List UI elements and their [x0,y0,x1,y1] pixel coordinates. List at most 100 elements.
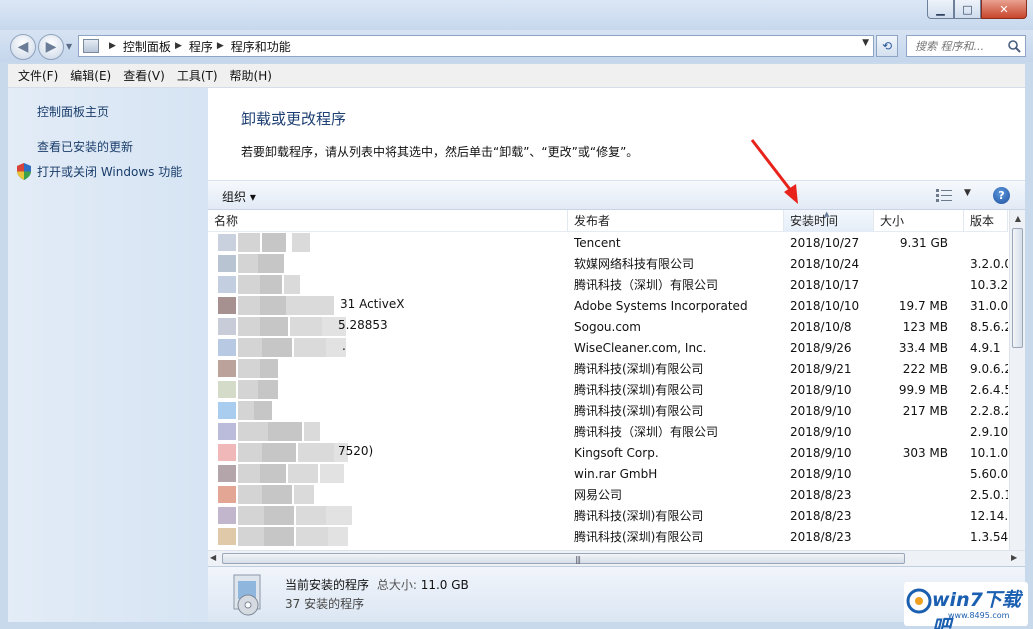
program-publisher: 软媒网络科技有限公司 [574,257,695,271]
program-row[interactable]: 31 ActiveX Adobe Systems Incorporated 2018… [208,295,1008,316]
program-row[interactable]: 网易公司 2018/8/23 2.5.0.1 [208,484,1008,505]
program-row[interactable]: win.rar GmbH 2018/9/10 5.60.0 [208,463,1008,484]
program-size: 33.4 MB [898,340,948,355]
maximize-button[interactable]: □ [954,0,981,19]
program-row[interactable]: 腾讯科技(深圳)有限公司 2018/8/23 1.3.544 [208,526,1008,547]
redacted-name-block [264,506,294,525]
refresh-button[interactable]: ⟲ [876,35,898,57]
menu-help[interactable]: 帮助(H) [224,67,278,84]
details-label: 当前安装的程序 [285,578,370,592]
program-publisher: 腾讯科技（深圳）有限公司 [574,278,719,292]
program-install-date: 2018/10/8 [790,319,852,334]
redacted-name-block [258,380,278,399]
command-bar: 组织 ▾ ▼ ? [208,180,1025,210]
sort-indicator-icon: ▲ [824,210,830,218]
redacted-name-block [328,527,348,546]
redacted-name-block [260,296,286,315]
program-install-date: 2018/9/21 [790,361,852,376]
program-row[interactable]: 软媒网络科技有限公司 2018/10/24 3.2.0.0 [208,253,1008,274]
sidebar-link-windows-features[interactable]: 打开或关闭 Windows 功能 [37,163,182,180]
program-install-date: 2018/9/10 [790,445,852,460]
program-name [208,379,568,400]
program-version: 2.6.4.5 [970,382,1008,397]
redacted-name-block [238,275,262,294]
program-name-text: 7520) [338,444,374,458]
forward-button[interactable]: ▶ [38,34,64,60]
redacted-name-block [296,527,328,546]
redacted-name-block [304,422,320,441]
view-options-icon[interactable] [936,189,952,202]
program-row[interactable]: 7520) Kingsoft Corp. 2018/9/10 303 MB 10.1.0… [208,442,1008,463]
program-row[interactable]: . WiseCleaner.com, Inc. 2018/9/26 33.4 MB 4.… [208,337,1008,358]
menu-edit[interactable]: 编辑(E) [64,67,117,84]
arrow-right-icon: ▶ [45,39,57,55]
menu-tools[interactable]: 工具(T) [171,67,224,84]
breadcrumb-control-panel[interactable]: 控制面板 [123,38,171,55]
horizontal-scroll-thumb[interactable]: ||| [222,553,905,564]
program-row[interactable]: 5.28853 Sogou.com 2018/10/8 123 MB 8.5.6.2 [208,316,1008,337]
search-box[interactable] [906,35,1026,57]
program-name: 5.28853 [208,316,568,337]
back-button[interactable]: ◀ [10,34,36,60]
program-row[interactable]: 腾讯科技(深圳)有限公司 2018/9/21 222 MB 9.0.6.2 [208,358,1008,379]
address-dropdown-icon[interactable]: ▼ [862,38,869,48]
column-header-publisher[interactable]: 发布者 [568,210,784,232]
redacted-name-block [260,317,288,336]
scroll-grip-icon: ||| [575,555,581,564]
vertical-scrollbar[interactable]: ▲ [1009,210,1025,550]
redacted-name-block [238,401,254,420]
address-bar[interactable]: ▶ 控制面板 ▶ 程序 ▶ 程序和功能 ▼ [78,35,874,57]
breadcrumb-separator-icon[interactable]: ▶ [175,41,182,51]
scroll-left-icon[interactable]: ◀ [210,553,216,562]
column-header-name[interactable]: 名称 [208,210,568,232]
organize-button[interactable]: 组织 ▾ [222,188,256,205]
program-size: 303 MB [902,445,948,460]
scroll-up-icon[interactable]: ▲ [1010,210,1026,226]
program-row[interactable]: 腾讯科技（深圳）有限公司 2018/9/10 2.9.105 [208,421,1008,442]
program-row[interactable]: 腾讯科技(深圳)有限公司 2018/9/10 217 MB 2.2.8.2 [208,400,1008,421]
program-icon [218,255,236,272]
column-header-version[interactable]: 版本 [964,210,1008,232]
minimize-button[interactable]: ▁ [927,0,954,19]
program-install-date: 2018/10/24 [790,256,860,271]
watermark-logo-icon [906,588,932,614]
program-size: 123 MB [902,319,948,334]
redacted-name-block [238,233,260,252]
menu-file[interactable]: 文件(F) [12,67,64,84]
recent-pages-dropdown[interactable]: ▼ [66,42,72,51]
program-publisher: 腾讯科技（深圳）有限公司 [574,425,719,439]
vertical-scroll-thumb[interactable] [1012,228,1023,348]
redacted-name-block [260,464,286,483]
breadcrumb-programs-and-features[interactable]: 程序和功能 [231,38,291,55]
close-button[interactable]: ✕ [981,0,1027,19]
menu-view[interactable]: 查看(V) [117,67,171,84]
redacted-name-block [260,359,278,378]
search-input[interactable] [915,39,999,53]
watermark: win7下载吧 www.8495.com [904,582,1028,629]
program-publisher: WiseCleaner.com, Inc. [574,340,707,355]
breadcrumb-programs[interactable]: 程序 [189,38,213,55]
breadcrumb-separator-icon[interactable]: ▶ [109,41,116,51]
breadcrumb-separator-icon[interactable]: ▶ [217,41,224,51]
sidebar-link-control-panel-home[interactable]: 控制面板主页 [37,103,109,120]
sidebar: 控制面板主页 查看已安装的更新 打开或关闭 Windows 功能 [8,88,208,622]
program-version: 2.9.105 [970,424,1008,439]
view-dropdown-icon[interactable]: ▼ [964,188,971,198]
sidebar-link-installed-updates[interactable]: 查看已安装的更新 [37,138,133,155]
horizontal-scrollbar[interactable]: ◀ ||| ▶ [208,550,1025,566]
redacted-name-block [320,464,344,483]
redacted-name-block [238,254,258,273]
column-header-size[interactable]: 大小 [874,210,964,232]
redacted-name-block [294,485,314,504]
main-pane: 卸载或更改程序 若要卸载程序，请从列表中将其选中，然后单击“卸载”、“更改”或“… [208,88,1025,566]
help-button[interactable]: ? [993,187,1010,204]
program-row[interactable]: 腾讯科技(深圳)有限公司 2018/9/10 99.9 MB 2.6.4.5 [208,379,1008,400]
program-row[interactable]: 腾讯科技（深圳）有限公司 2018/10/17 10.3.24 [208,274,1008,295]
program-row[interactable]: Tencent 2018/10/27 9.31 GB [208,232,1008,253]
program-version: 2.5.0.1 [970,487,1008,502]
program-row[interactable]: 腾讯科技(深圳)有限公司 2018/8/23 12.14.1 [208,505,1008,526]
scroll-right-icon[interactable]: ▶ [1011,553,1017,562]
program-publisher: 腾讯科技(深圳)有限公司 [574,362,704,376]
program-version: 1.3.544 [970,529,1008,544]
redacted-name-block [238,380,258,399]
